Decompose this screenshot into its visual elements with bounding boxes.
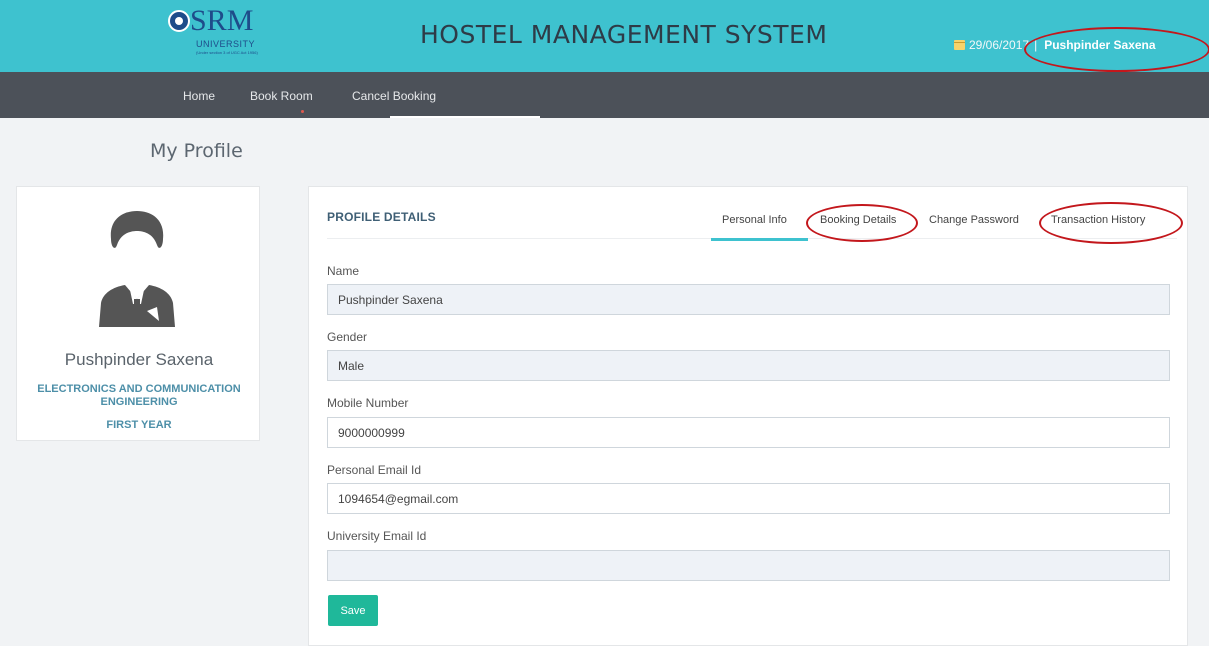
university-emblem-icon xyxy=(168,10,190,32)
profile-card: Pushpinder Saxena ELECTRONICS AND COMMUN… xyxy=(16,186,260,441)
nav-item-cancel-booking[interactable]: Cancel Booking xyxy=(352,89,436,103)
name-label: Name xyxy=(327,264,360,278)
header-user-area: 29/06/2017 | Pushpinder Saxena xyxy=(954,38,1156,52)
page-title: My Profile xyxy=(150,140,243,162)
section-title: PROFILE DETAILS xyxy=(327,210,436,224)
nav-item-book-room[interactable]: Book Room xyxy=(250,89,313,103)
calendar-icon xyxy=(954,40,965,50)
mobile-number-label: Mobile Number xyxy=(327,396,409,410)
gender-label: Gender xyxy=(327,330,368,344)
main-navigation: Home Book Room Cancel Booking xyxy=(0,72,1209,118)
nav-active-underline xyxy=(390,116,540,118)
profile-year: FIRST YEAR xyxy=(106,419,172,431)
tab-booking-details[interactable]: Booking Details xyxy=(820,214,896,226)
profile-department: ELECTRONICS AND COMMUNICATION ENGINEERIN… xyxy=(37,383,241,408)
name-field[interactable] xyxy=(327,284,1170,315)
app-header: SRM UNIVERSITY (Under section 3 of UGC A… xyxy=(0,0,1209,72)
app-title: HOSTEL MANAGEMENT SYSTEM xyxy=(420,20,828,49)
university-email-field[interactable] xyxy=(327,550,1170,581)
logo-tagline: (Under section 3 of UGC Act 1956) xyxy=(196,50,258,55)
university-email-label: University Email Id xyxy=(327,529,427,543)
header-separator: | xyxy=(1034,38,1038,52)
personal-email-field[interactable] xyxy=(327,483,1170,514)
save-button[interactable]: Save xyxy=(328,595,378,626)
tab-personal-info[interactable]: Personal Info xyxy=(722,214,787,226)
mobile-number-field[interactable] xyxy=(327,417,1170,448)
tab-change-password[interactable]: Change Password xyxy=(929,214,1019,226)
nav-item-home[interactable]: Home xyxy=(183,89,215,103)
profile-name: Pushpinder Saxena xyxy=(64,350,214,369)
current-date: 29/06/2017 xyxy=(969,38,1030,52)
personal-email-label: Personal Email Id xyxy=(327,463,422,477)
logo-text: SRM xyxy=(190,4,254,37)
srm-university-logo[interactable]: SRM UNIVERSITY (Under section 3 of UGC A… xyxy=(168,4,288,68)
active-tab-indicator xyxy=(711,238,808,241)
user-avatar-icon xyxy=(99,211,175,327)
nav-indicator-dot xyxy=(301,110,304,113)
logo-subtext: UNIVERSITY xyxy=(196,39,256,49)
tab-transaction-history[interactable]: Transaction History xyxy=(1051,214,1145,226)
gender-field[interactable] xyxy=(327,350,1170,381)
profile-details-panel: PROFILE DETAILS Personal Info Booking De… xyxy=(308,186,1188,646)
header-user-name[interactable]: Pushpinder Saxena xyxy=(1044,38,1155,52)
